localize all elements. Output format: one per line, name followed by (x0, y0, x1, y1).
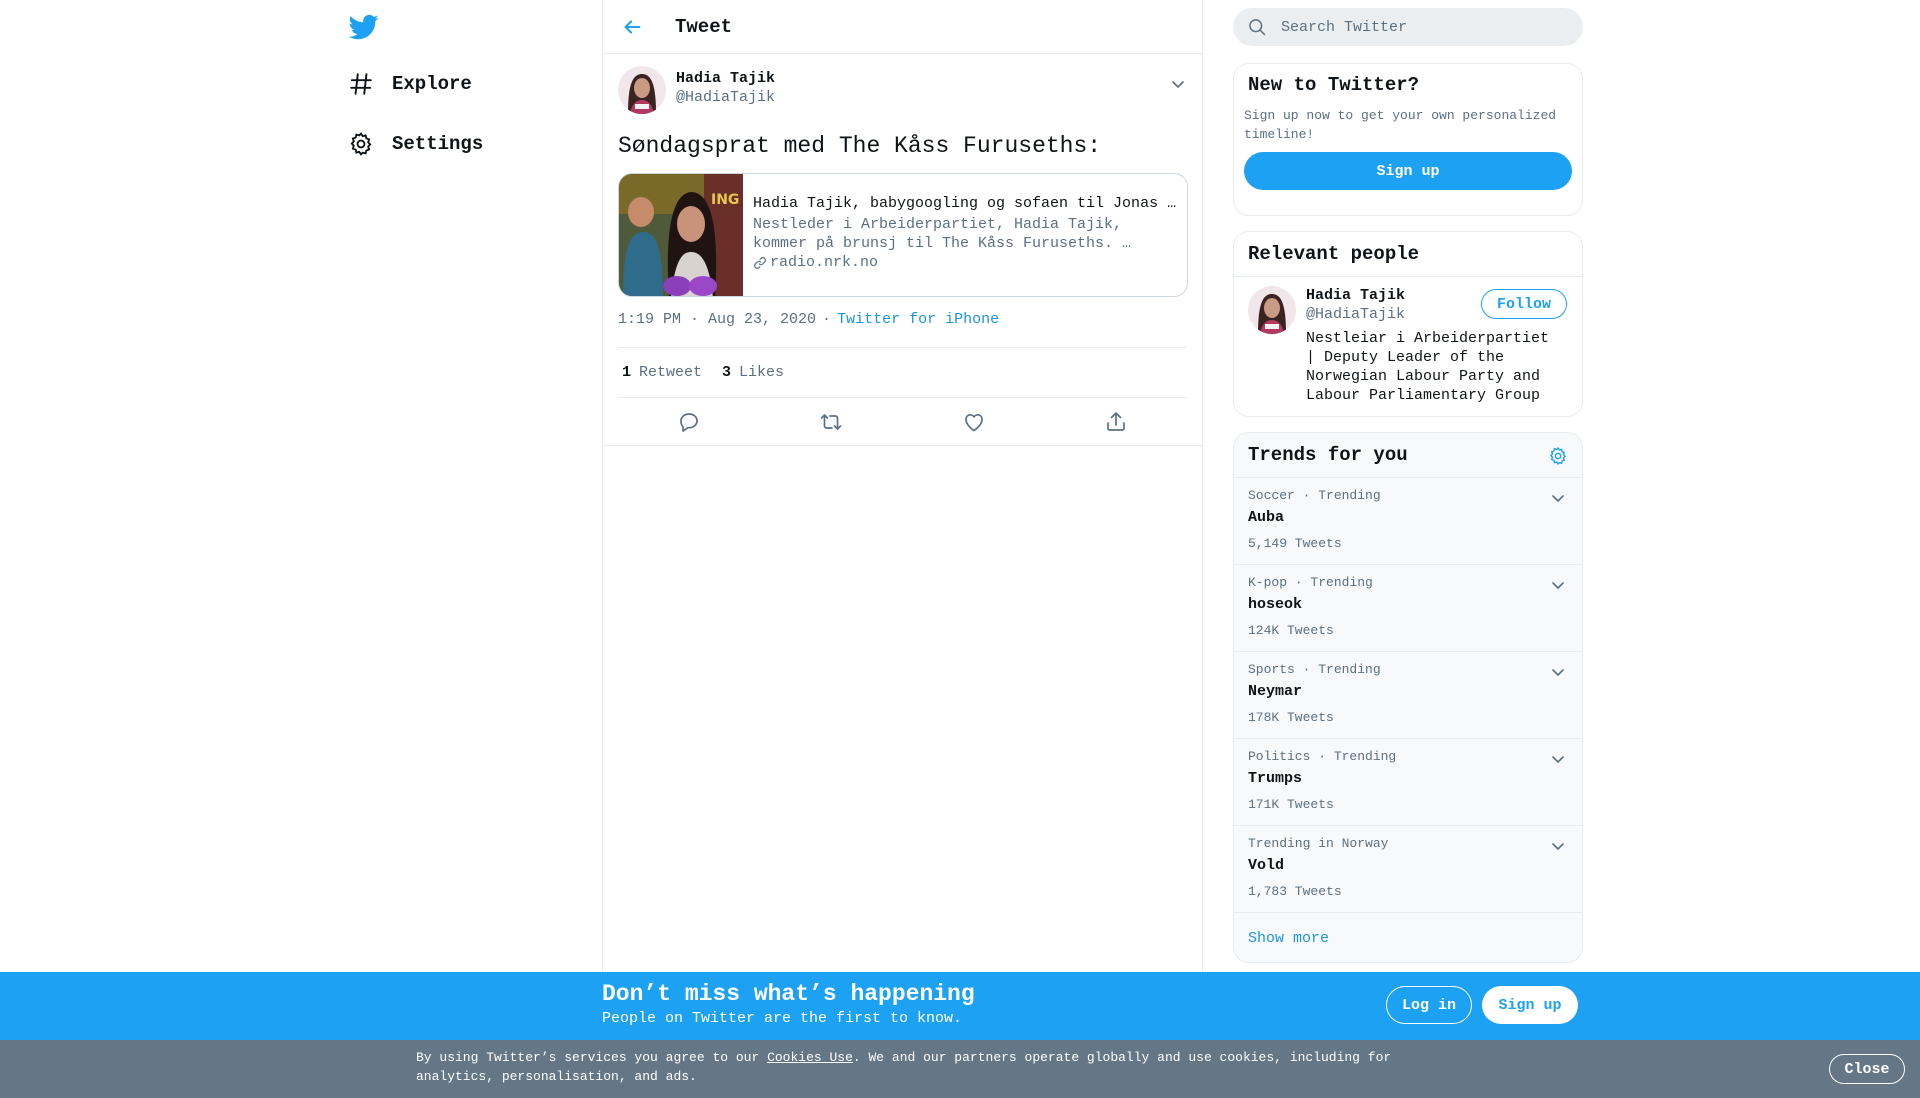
retweet-icon[interactable] (819, 410, 843, 434)
gear-icon (350, 132, 372, 156)
cookie-bar: By using Twitter’s services you agree to… (0, 1040, 1920, 1098)
chevron-down-icon[interactable] (1550, 577, 1566, 593)
close-button[interactable]: Close (1829, 1054, 1905, 1084)
tweet-source[interactable]: Twitter for iPhone (837, 311, 999, 328)
card-body: Hadia Tajik, babygoogling og sofaen til … (743, 174, 1187, 296)
search-icon (1249, 19, 1266, 36)
trend-item[interactable]: Sports · Trending Neymar 178K Tweets (1234, 652, 1582, 739)
chevron-down-icon[interactable] (1550, 490, 1566, 506)
trend-count: 1,783 Tweets (1248, 884, 1342, 899)
author-names: Hadia Tajik @HadiaTajik (676, 70, 775, 107)
relevant-people-title: Relevant people (1248, 243, 1420, 265)
tweet-timestamp[interactable]: 1:19 PM · Aug 23, 2020 (618, 311, 816, 328)
author-handle[interactable]: @HadiaTajik (676, 88, 775, 107)
tweet-author[interactable]: Hadia Tajik @HadiaTajik (618, 66, 1187, 116)
new-to-twitter-text: Sign up now to get your own personalized… (1244, 108, 1557, 142)
trend-count: 124K Tweets (1248, 623, 1334, 638)
trend-count: 5,149 Tweets (1248, 536, 1342, 551)
meta-separator: · (822, 311, 832, 328)
trend-item[interactable]: Politics · Trending Trumps 171K Tweets (1234, 739, 1582, 826)
trend-context: Sports · Trending (1248, 662, 1381, 677)
search-box[interactable] (1233, 8, 1583, 46)
hashtag-icon (350, 73, 372, 95)
trends-panel: Trends for you Soccer · Trending Auba 5,… (1233, 432, 1583, 963)
trend-item[interactable]: Trending in Norway Vold 1,783 Tweets (1234, 826, 1582, 913)
page-title: Tweet (675, 15, 733, 38)
author-name[interactable]: Hadia Tajik (676, 70, 775, 88)
card-title: Hadia Tajik, babygoogling og sofaen til … (753, 195, 1177, 212)
search-input[interactable] (1281, 18, 1561, 36)
trends-header: Trends for you (1234, 433, 1582, 478)
avatar[interactable] (1248, 286, 1296, 334)
trend-item[interactable]: Soccer · Trending Auba 5,149 Tweets (1234, 478, 1582, 565)
likes-label: Likes (739, 364, 785, 381)
link-card[interactable]: ING Hadia Tajik, babygoogling og sofaen … (618, 173, 1188, 297)
banner-subtitle: People on Twitter are the first to know. (602, 1010, 963, 1027)
avatar[interactable] (618, 66, 666, 114)
tweet-actions (603, 398, 1202, 446)
trend-name: hoseok (1248, 596, 1303, 613)
trend-name: Trumps (1248, 770, 1303, 787)
retweets-stat[interactable]: 1 Retweet (622, 364, 702, 381)
banner-title: Don’t miss what’s happening (602, 981, 975, 1007)
sign-up-button[interactable]: Sign up (1244, 152, 1572, 190)
chevron-down-icon[interactable] (1550, 751, 1566, 767)
share-icon[interactable] (1104, 410, 1128, 434)
nav-explore-label: Explore (392, 73, 472, 95)
relevant-people-panel: Relevant people Hadia Tajik @HadiaTajik … (1233, 231, 1583, 417)
relevant-people-header: Relevant people (1234, 232, 1582, 277)
new-to-twitter-title: New to Twitter? (1248, 74, 1420, 96)
person-card[interactable]: Hadia Tajik @HadiaTajik Nestleiar i Arbe… (1234, 277, 1582, 405)
tweet-text: Søndagsprat med The Kåss Furuseths: (618, 133, 1102, 159)
twitter-bird-icon[interactable] (348, 12, 380, 42)
show-more-link[interactable]: Show more (1234, 913, 1582, 962)
card-description: Nestleder i Arbeiderpartiet, Hadia Tajik… (753, 216, 1132, 252)
new-to-twitter-panel: New to Twitter? Sign up now to get your … (1233, 63, 1583, 216)
column-header: Tweet (603, 0, 1202, 54)
like-icon[interactable] (962, 410, 986, 434)
follow-button[interactable]: Follow (1481, 289, 1567, 319)
cookies-use-link[interactable]: Cookies Use (767, 1050, 853, 1065)
retweets-label: Retweet (639, 364, 703, 381)
likes-stat[interactable]: 3 Likes (722, 364, 784, 381)
likes-count: 3 (722, 364, 732, 381)
person-bio: Nestleiar i Arbeiderpartiet | Deputy Lea… (1306, 330, 1550, 404)
trend-context: Trending in Norway (1248, 836, 1389, 851)
cookie-text: By using Twitter’s services you agree to… (416, 1048, 1416, 1086)
log-in-button[interactable]: Log in (1386, 986, 1472, 1024)
svg-text:ING: ING (711, 192, 739, 208)
signup-banner: Don’t miss what’s happening People on Tw… (0, 972, 1920, 1040)
link-icon (754, 256, 766, 269)
nav-settings[interactable]: Settings (348, 124, 483, 164)
trend-count: 171K Tweets (1248, 797, 1334, 812)
trend-name: Auba (1248, 509, 1285, 526)
arrow-left-icon[interactable] (621, 16, 643, 38)
card-domain-text: radio.nrk.no (770, 254, 879, 271)
card-image: ING (619, 174, 743, 296)
nav-explore[interactable]: Explore (348, 64, 472, 104)
chevron-down-icon[interactable] (1550, 664, 1566, 680)
trend-context: Politics · Trending (1248, 749, 1397, 764)
tweet: Hadia Tajik @HadiaTajik Søndagsprat med … (603, 54, 1202, 446)
chevron-down-icon[interactable] (1550, 838, 1566, 854)
banner-sign-up-button[interactable]: Sign up (1482, 986, 1578, 1024)
tweet-meta: 1:19 PM · Aug 23, 2020 · Twitter for iPh… (618, 311, 1187, 347)
gear-icon[interactable] (1548, 446, 1568, 466)
nav-settings-label: Settings (392, 133, 484, 155)
trend-name: Neymar (1248, 683, 1303, 700)
tweet-stats: 1 Retweet 3 Likes (618, 347, 1187, 398)
card-domain: radio.nrk.no (753, 253, 1177, 272)
trend-count: 178K Tweets (1248, 710, 1334, 725)
trend-name: Vold (1248, 857, 1285, 874)
cookie-text-before: By using Twitter’s services you agree to… (416, 1050, 768, 1065)
chevron-down-icon[interactable] (1170, 76, 1186, 92)
trend-context: K-pop · Trending (1248, 575, 1373, 590)
tweet-column: Tweet Hadia Tajik @HadiaTajik Søndagspra… (602, 0, 1203, 1098)
reply-icon[interactable] (677, 410, 701, 434)
retweets-count: 1 (622, 364, 632, 381)
trends-title: Trends for you (1248, 444, 1408, 466)
trend-context: Soccer · Trending (1248, 488, 1381, 503)
trend-item[interactable]: K-pop · Trending hoseok 124K Tweets (1234, 565, 1582, 652)
